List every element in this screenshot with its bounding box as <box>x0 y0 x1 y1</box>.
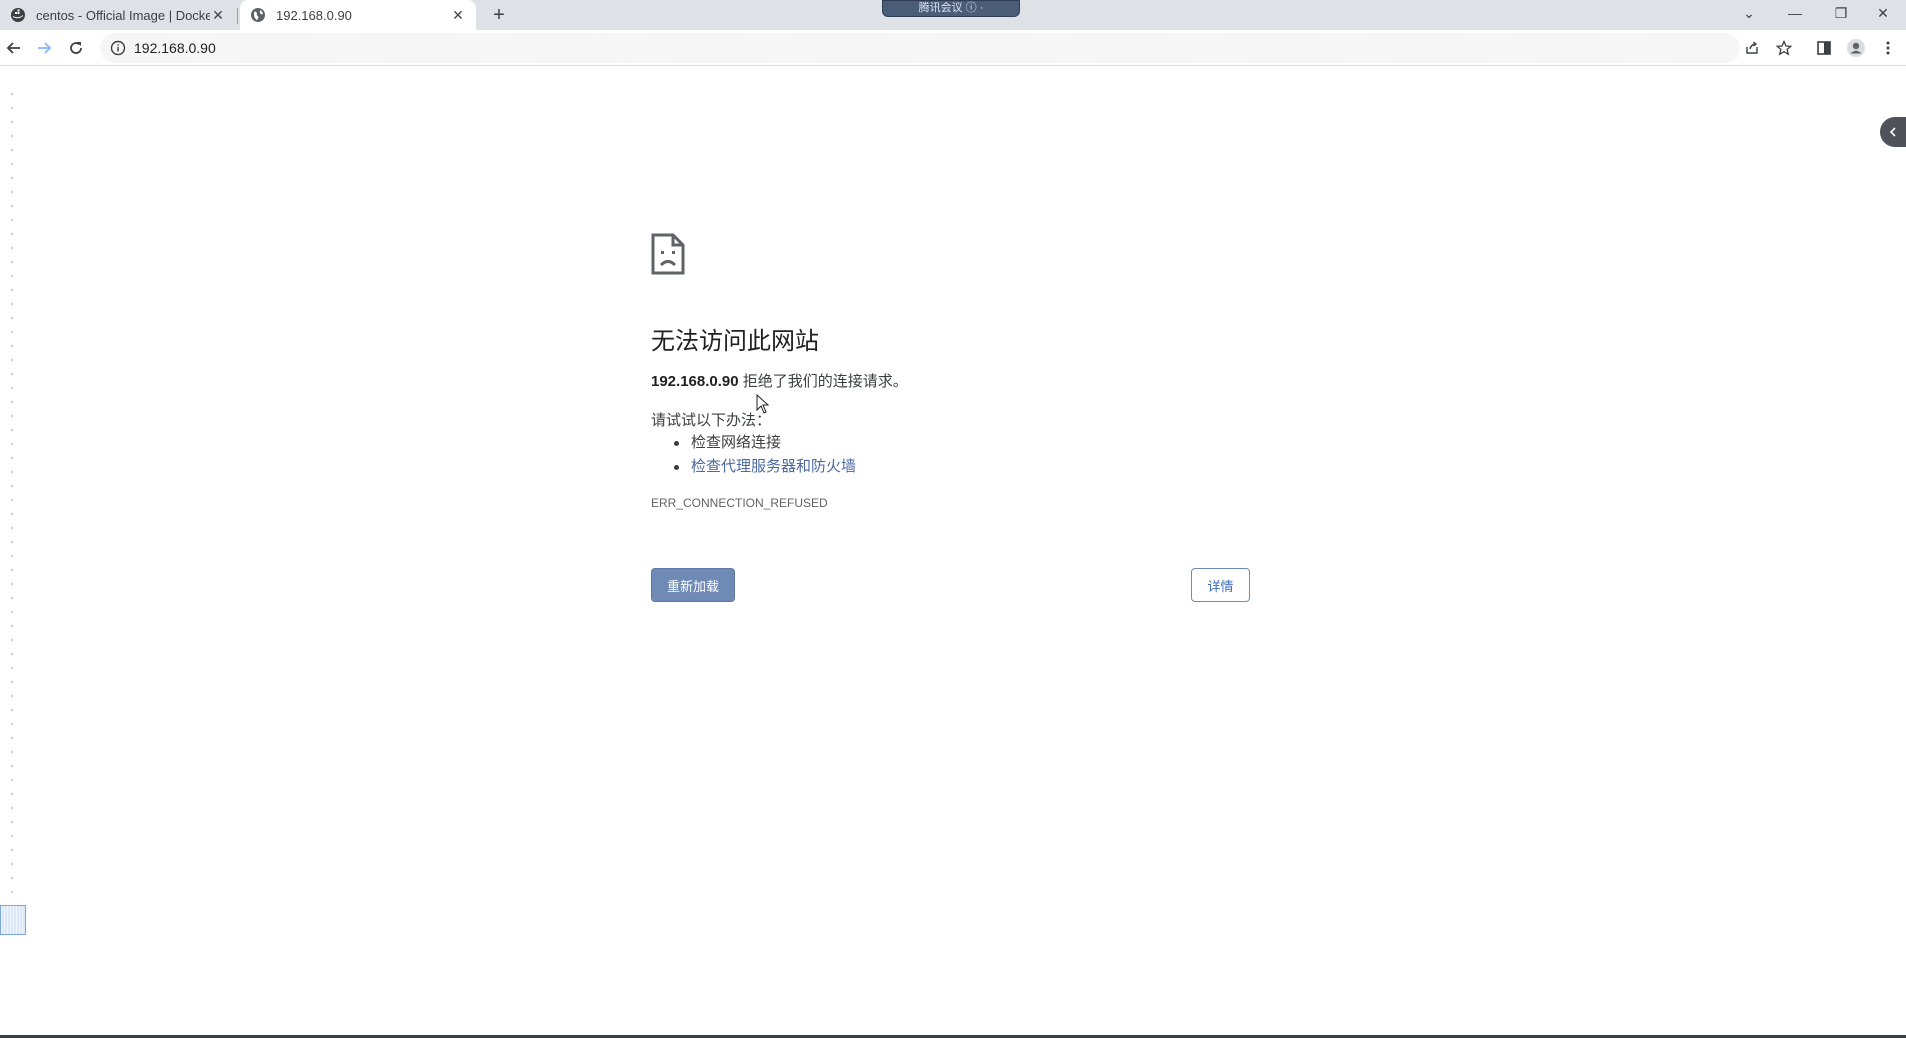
suggestions-heading: 请试试以下办法： <box>651 412 772 429</box>
info-icon[interactable] <box>110 40 126 56</box>
reload-button[interactable]: 重新加载 <box>651 568 735 602</box>
error-description: 192.168.0.90 拒绝了我们的连接请求。 <box>651 370 908 391</box>
close-window-icon[interactable]: ✕ <box>1860 0 1906 26</box>
tab-docker-centos[interactable]: centos - Official Image | Docker ✕ <box>0 0 236 30</box>
error-code: ERR_CONNECTION_REFUSED <box>651 496 828 510</box>
mouse-cursor-icon <box>756 394 770 414</box>
suggestion-check-proxy-link[interactable]: 检查代理服务器和防火墙 <box>651 455 856 479</box>
restore-icon[interactable]: ❐ <box>1818 0 1864 26</box>
toolbar: 192.168.0.90 <box>0 30 1906 66</box>
side-panel-icon[interactable] <box>1812 36 1836 60</box>
profile-avatar-icon[interactable] <box>1844 36 1868 60</box>
close-tab-icon[interactable]: ✕ <box>210 7 226 23</box>
suggestions-list: 检查网络连接 检查代理服务器和防火墙 <box>651 431 856 479</box>
floating-widget-icon[interactable] <box>0 905 26 935</box>
tab-search-icon[interactable]: ⌄ <box>1726 0 1772 26</box>
close-tab-icon[interactable]: ✕ <box>450 7 466 23</box>
minimize-icon[interactable]: — <box>1772 0 1818 26</box>
tab-separator <box>237 8 238 24</box>
share-icon[interactable] <box>1740 36 1764 60</box>
address-bar[interactable]: 192.168.0.90 <box>100 33 1740 63</box>
tab-title: 192.168.0.90 <box>276 7 352 23</box>
forward-icon[interactable] <box>32 36 56 60</box>
globe-icon <box>251 8 265 22</box>
reload-icon[interactable] <box>64 36 88 60</box>
left-edge-dots <box>10 87 14 927</box>
error-message: 拒绝了我们的连接请求。 <box>742 373 908 390</box>
tab-current[interactable]: 192.168.0.90 ✕ <box>240 0 476 30</box>
page-content: 无法访问此网站 192.168.0.90 拒绝了我们的连接请求。 请试试以下办法… <box>0 67 1906 1038</box>
url-text: 192.168.0.90 <box>134 40 216 56</box>
sad-page-icon <box>651 233 685 275</box>
details-button[interactable]: 详情 <box>1191 568 1250 602</box>
suggestion-check-network: 检查网络连接 <box>651 431 856 455</box>
error-title: 无法访问此网站 <box>651 328 819 355</box>
tab-title: centos - Official Image | Docker <box>36 7 210 23</box>
error-host: 192.168.0.90 <box>651 373 739 390</box>
bookmark-star-icon[interactable] <box>1772 36 1796 60</box>
menu-kebab-icon[interactable] <box>1876 36 1900 60</box>
docker-icon <box>11 8 25 22</box>
back-icon[interactable] <box>2 36 26 60</box>
new-tab-button[interactable]: + <box>487 4 511 26</box>
meeting-badge[interactable]: 腾讯会议 ⓘ · <box>882 0 1020 17</box>
tab-strip: centos - Official Image | Docker ✕ 192.1… <box>0 0 1906 30</box>
collapse-side-panel-icon[interactable] <box>1880 117 1906 147</box>
